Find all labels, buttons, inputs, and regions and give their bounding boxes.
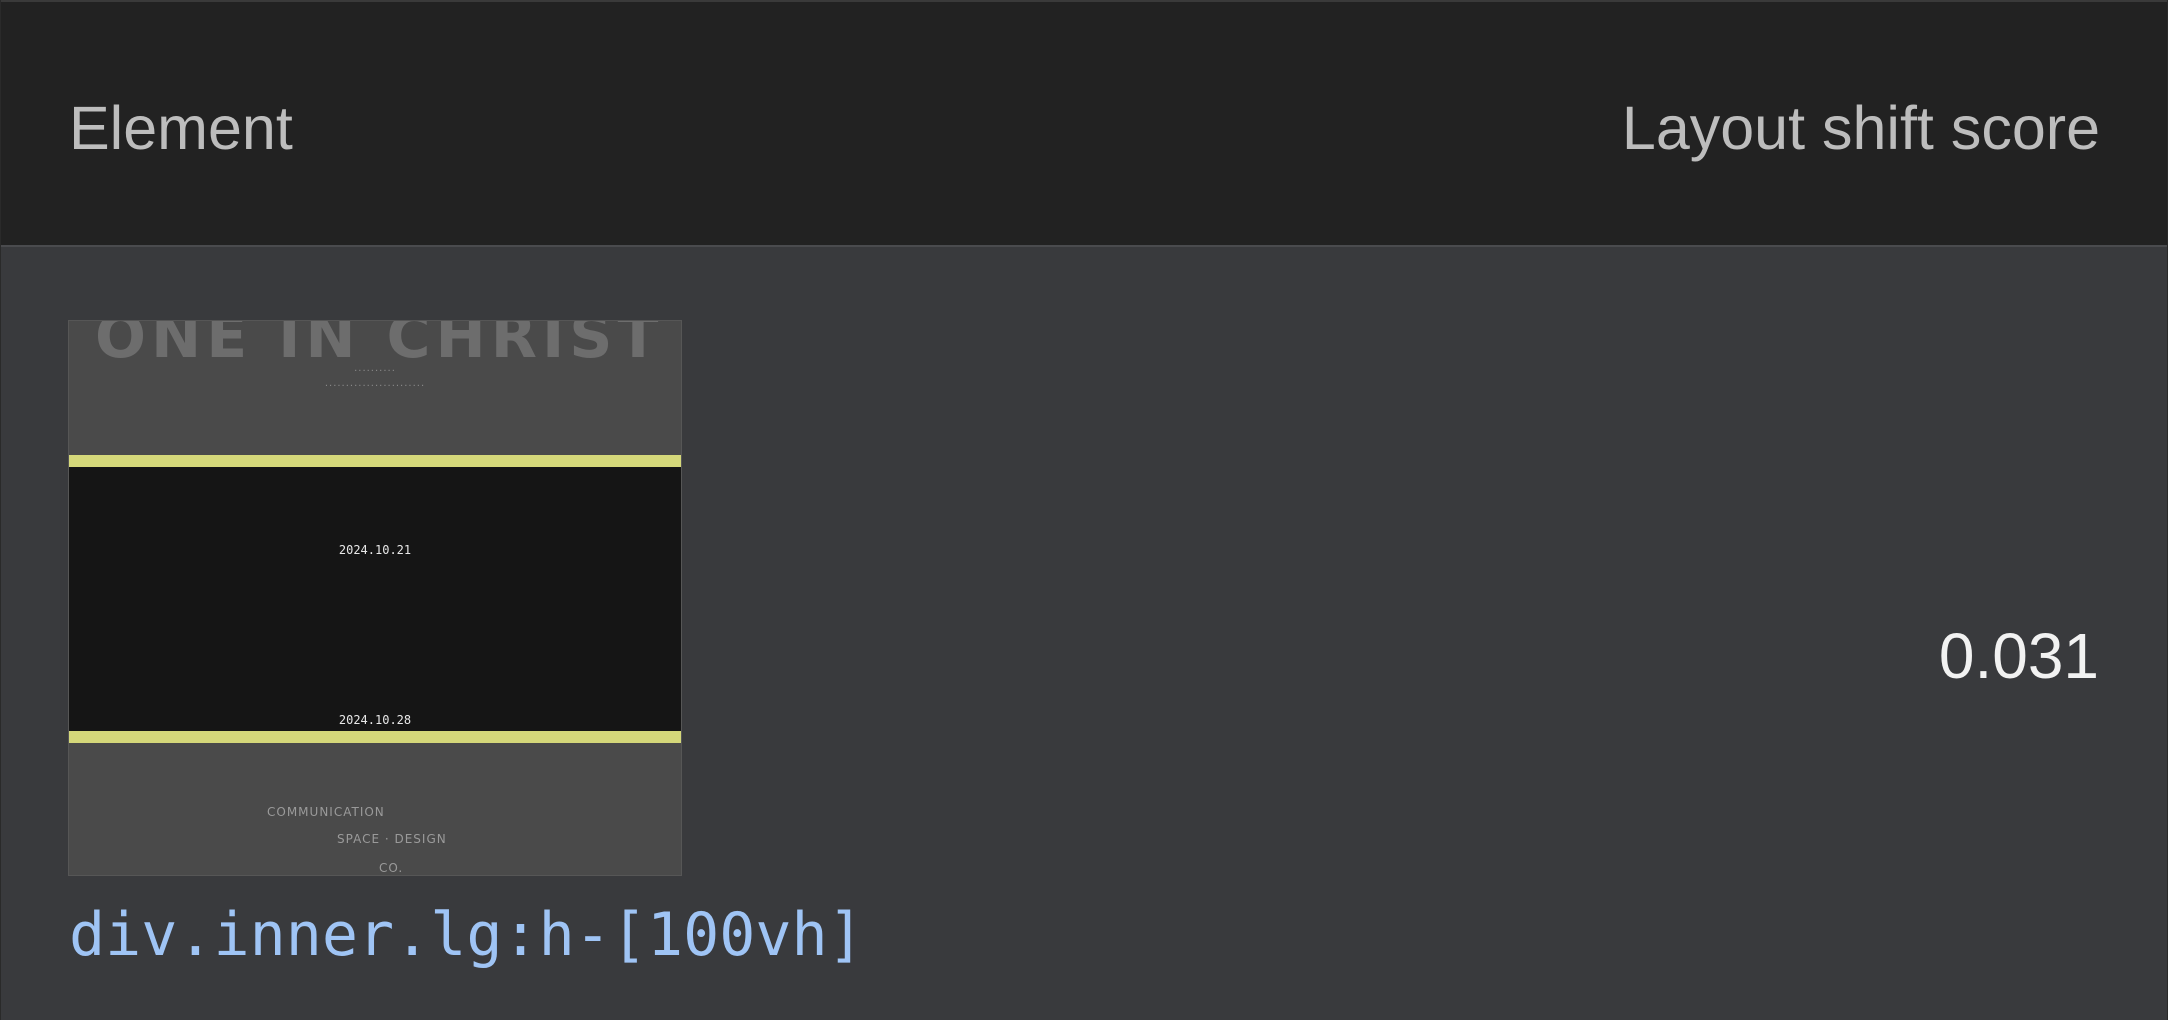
thumbnail-subtext: ·········· xyxy=(354,366,396,377)
thumbnail-title: ONE IN CHRIST xyxy=(95,320,664,372)
element-thumbnail[interactable]: ONE IN CHRIST ·········· ···············… xyxy=(68,320,682,876)
thumbnail-date: 2024.10.21 xyxy=(338,543,412,557)
layout-shift-table: Element Layout shift score ONE IN CHRIST… xyxy=(0,0,2168,1020)
thumbnail-footer-text: COMMUNICATION xyxy=(267,805,385,819)
element-selector-link[interactable]: div.inner.lg:h-[100vh] xyxy=(69,895,864,975)
thumbnail-footer-text: CO. xyxy=(379,861,404,875)
thumbnail-footer-text: SPACE · DESIGN xyxy=(337,832,447,846)
highlight-band-bottom xyxy=(69,731,681,743)
column-header-layout-shift-score[interactable]: Layout shift score xyxy=(1622,92,2100,164)
table-header: Element Layout shift score xyxy=(1,0,2167,247)
layout-shift-score-value: 0.031 xyxy=(1938,620,2099,692)
shifted-region xyxy=(69,467,681,731)
highlight-band-top xyxy=(69,455,681,467)
thumbnail-subtext: ························ xyxy=(324,381,426,392)
column-header-element[interactable]: Element xyxy=(69,92,293,164)
thumbnail-date: 2024.10.28 xyxy=(338,713,412,727)
